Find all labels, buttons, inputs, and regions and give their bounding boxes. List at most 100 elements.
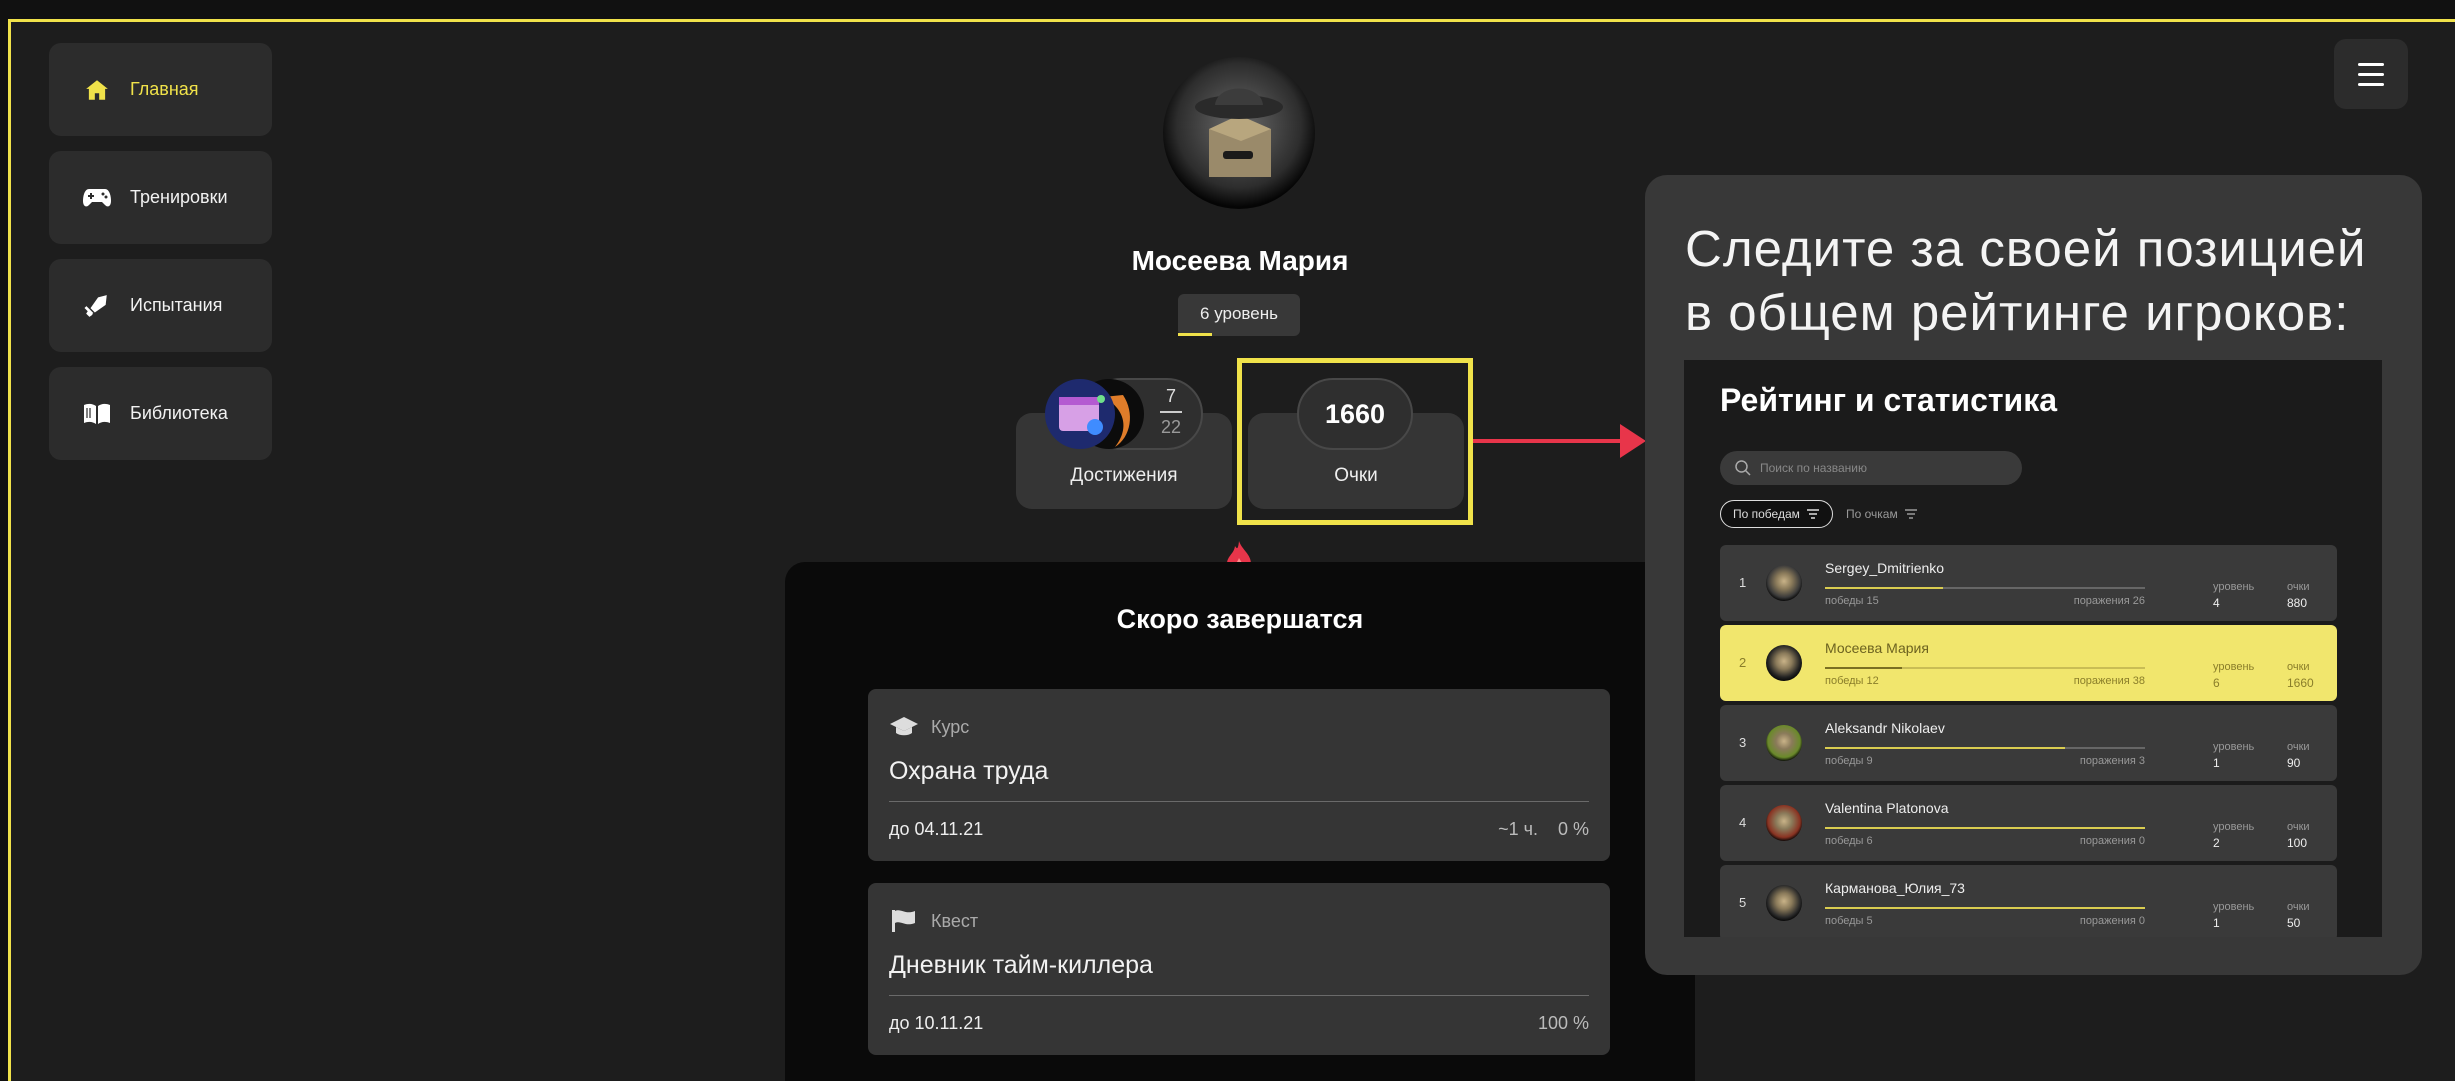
win-ratio-fill <box>1825 827 2145 829</box>
player-name: Карманова_Юлия_73 <box>1825 880 1965 896</box>
win-ratio-fill <box>1825 587 1944 589</box>
avatar <box>1766 885 1802 921</box>
sidebar-item-challenges[interactable]: Испытания <box>49 259 272 352</box>
table-row-current-user[interactable]: 2 Мосеева Мария победы 12 поражения 38 урове… <box>1720 625 2337 701</box>
level-progress-bar <box>1178 333 1212 336</box>
sort-icon <box>1806 509 1819 519</box>
sword-icon <box>82 291 112 321</box>
level-header: уровень <box>2213 741 2255 753</box>
callout-arrow-head <box>1620 424 1646 458</box>
search-input[interactable]: Поиск по названию <box>1720 451 2022 485</box>
avatar <box>1766 725 1802 761</box>
rank: 4 <box>1739 815 1747 830</box>
rating-caption: Следите за своей позицией в общем рейтин… <box>1685 220 2367 341</box>
points-header: очки <box>2287 741 2310 753</box>
level-header: уровень <box>2213 581 2255 593</box>
points-value: 1660 <box>2287 676 2314 690</box>
rank: 1 <box>1739 575 1747 590</box>
sidebar-item-library[interactable]: Библиотека <box>49 367 272 460</box>
sidebar-item-label: Главная <box>130 79 199 99</box>
level-value: 1 <box>2213 756 2220 770</box>
points-value: 880 <box>2287 596 2308 610</box>
losses: поражения 3 <box>2079 755 2145 767</box>
achievements-earned: 7 <box>1165 386 1176 406</box>
divider <box>889 801 1589 802</box>
rank: 2 <box>1739 655 1747 670</box>
task-kind: Курс <box>889 715 969 739</box>
task-kind: Квест <box>889 909 978 933</box>
ending-soon-panel: Скоро завершатся Курс Охрана труда до 04… <box>785 562 1695 1081</box>
task-card-course[interactable]: Курс Охрана труда до 04.11.21 ~1 ч. 0 % <box>868 689 1610 861</box>
task-duration: ~1 ч. <box>1498 819 1538 839</box>
win-ratio-fill <box>1825 907 2145 909</box>
points-header: очки <box>2287 581 2310 593</box>
sort-label: По победам <box>1733 507 1800 521</box>
player-name: Мосеева Мария <box>1825 640 1929 656</box>
level-label: 6 уровень <box>1200 304 1278 323</box>
callout-arrow <box>1473 439 1636 443</box>
sidebar-item-home[interactable]: Главная <box>49 43 272 136</box>
task-meta: 100 % <box>1538 1013 1589 1034</box>
sort-by-points-button[interactable]: По очкам <box>1834 500 1930 528</box>
hamburger-menu-button[interactable] <box>2334 39 2408 109</box>
points-value: 100 <box>2287 836 2308 850</box>
win-ratio-fill <box>1825 747 2065 749</box>
task-progress: 100 % <box>1537 1013 1589 1033</box>
table-row[interactable]: 1 Sergey_Dmitrienko победы 15 поражения 26 у… <box>1720 545 2337 621</box>
player-name: Sergey_Dmitrienko <box>1825 560 1945 576</box>
achievements-label: Достижения <box>1070 465 1178 486</box>
task-kind-label: Квест <box>931 910 979 931</box>
rating-callout-panel: Следите за своей позицией в общем рейтин… <box>1645 175 2422 975</box>
sidebar-item-label: Испытания <box>130 295 223 315</box>
home-icon <box>82 75 112 105</box>
task-progress: 0 % <box>1557 819 1589 839</box>
wins: победы 6 <box>1825 835 1873 847</box>
search-placeholder: Поиск по названию <box>1760 461 1868 475</box>
losses: поражения 0 <box>2079 915 2145 927</box>
task-meta: ~1 ч. 0 % <box>1498 819 1589 840</box>
sidebar-item-label: Библиотека <box>130 403 228 423</box>
losses: поражения 26 <box>2073 595 2145 607</box>
win-ratio-bar <box>1825 587 2145 589</box>
sort-by-wins-button[interactable]: По победам <box>1720 500 1833 528</box>
level-header: уровень <box>2213 821 2255 833</box>
points-header: очки <box>2287 661 2310 673</box>
rating-title: Рейтинг и статистика <box>1720 382 2058 418</box>
sidebar-item-label: Тренировки <box>130 187 228 207</box>
win-ratio-bar <box>1825 907 2145 909</box>
table-row[interactable]: 4 Valentina Platonova победы 6 поражения 0 у… <box>1720 785 2337 861</box>
task-kind-label: Курс <box>931 716 970 737</box>
level-header: уровень <box>2213 901 2255 913</box>
task-due-date: до 04.11.21 <box>889 819 984 839</box>
task-card-quest[interactable]: Квест Дневник тайм-киллера до 10.11.21 1… <box>868 883 1610 1055</box>
task-title: Дневник тайм-киллера <box>889 951 1153 979</box>
task-due-date: до 10.11.21 <box>889 1013 984 1033</box>
divider <box>889 995 1589 996</box>
wins: победы 12 <box>1825 675 1879 687</box>
points-value: 90 <box>2287 756 2301 770</box>
player-name: Aleksandr Nikolaev <box>1825 720 1945 736</box>
level-header: уровень <box>2213 661 2255 673</box>
rating-screenshot: Рейтинг и статистика Поиск по названию П… <box>1684 360 2382 937</box>
win-ratio-bar <box>1825 667 2145 669</box>
graduation-cap-icon <box>890 717 918 736</box>
avatar <box>1766 645 1802 681</box>
profile-name: Мосеева Мария <box>1131 245 1349 276</box>
avatar[interactable] <box>1163 57 1315 209</box>
flag-icon <box>892 910 915 932</box>
win-ratio-bar <box>1825 747 2145 749</box>
sidebar: Главная Тренировки Испытания Библиотека <box>49 43 272 475</box>
wins: победы 15 <box>1825 595 1879 607</box>
points-highlight-frame <box>1237 358 1473 525</box>
win-ratio-bar <box>1825 827 2145 829</box>
sidebar-item-trainings[interactable]: Тренировки <box>49 151 272 244</box>
sort-icon <box>1904 509 1917 519</box>
task-title: Охрана труда <box>889 757 1049 785</box>
player-name: Valentina Platonova <box>1825 800 1949 816</box>
table-row[interactable]: 3 Aleksandr Nikolaev победы 9 поражения 3 ур… <box>1720 705 2337 781</box>
hamburger-icon <box>2358 62 2384 66</box>
achievements-count: 7 22 <box>1152 386 1190 438</box>
points-header: очки <box>2287 901 2310 913</box>
level-value: 2 <box>2213 836 2220 850</box>
table-row[interactable]: 5 Карманова_Юлия_73 победы 5 поражения 0 уро… <box>1720 865 2337 937</box>
